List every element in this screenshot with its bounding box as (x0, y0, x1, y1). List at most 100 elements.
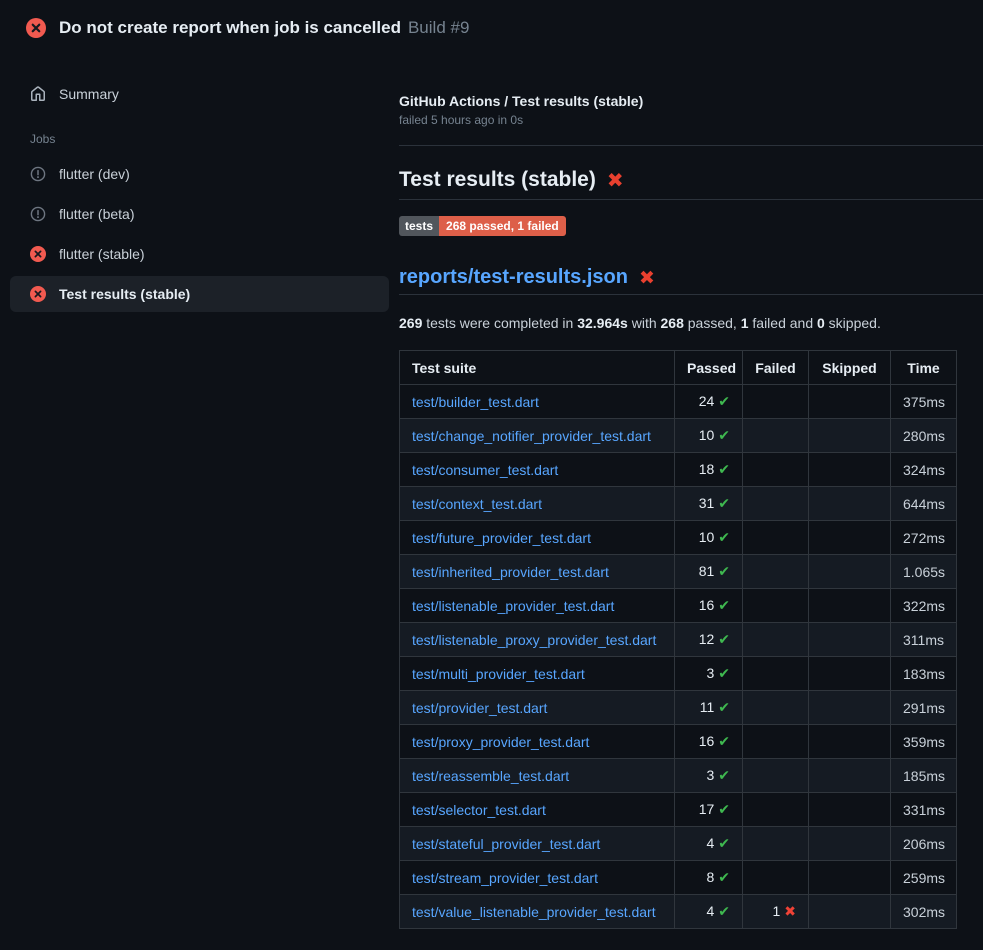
sidebar: Summary Jobs flutter (dev) flutter (beta)… (0, 56, 399, 312)
failed-cell (743, 521, 809, 555)
passed-cell: 24✔ (675, 385, 743, 419)
sidebar-item-test-results-stable[interactable]: Test results (stable) (10, 276, 389, 312)
sidebar-item-flutter-stable[interactable]: flutter (stable) (10, 236, 389, 272)
suite-cell: test/provider_test.dart (400, 691, 675, 725)
passed-cell: 10✔ (675, 419, 743, 453)
suite-link[interactable]: test/consumer_test.dart (412, 462, 558, 478)
suite-cell: test/context_test.dart (400, 487, 675, 521)
sidebar-item-summary[interactable]: Summary (10, 78, 389, 110)
check-icon: ✔ (718, 700, 730, 716)
failed-cell (743, 453, 809, 487)
table-row: test/change_notifier_provider_test.dart 1… (400, 419, 957, 453)
job-list: flutter (dev) flutter (beta) flutter (stab… (0, 156, 399, 312)
summary-segment: tests were completed in (422, 315, 577, 331)
badge-value: 268 passed, 1 failed (439, 216, 566, 236)
divider (399, 145, 983, 146)
suite-link[interactable]: test/stateful_provider_test.dart (412, 836, 600, 852)
sidebar-item-flutter-beta[interactable]: flutter (beta) (10, 196, 389, 232)
sidebar-item-label: flutter (beta) (59, 206, 134, 222)
suite-cell: test/inherited_provider_test.dart (400, 555, 675, 589)
table-row: test/builder_test.dart24✔375ms (400, 385, 957, 419)
table-row: test/future_provider_test.dart10✔272ms (400, 521, 957, 555)
passed-cell: 18✔ (675, 453, 743, 487)
passed-cell: 4✔ (675, 827, 743, 861)
passed-cell: 3✔ (675, 759, 743, 793)
table-row: test/listenable_proxy_provider_test.dart… (400, 623, 957, 657)
passed-cell: 81✔ (675, 555, 743, 589)
suite-link[interactable]: test/value_listenable_provider_test.dart (412, 904, 656, 920)
failed-cell (743, 589, 809, 623)
table-row: test/proxy_provider_test.dart16✔359ms (400, 725, 957, 759)
suite-link[interactable]: test/stream_provider_test.dart (412, 870, 598, 886)
skipped-cell (809, 793, 891, 827)
failed-circle-icon (26, 18, 46, 38)
check-icon: ✔ (718, 870, 730, 886)
check-icon: ✔ (718, 836, 730, 852)
suite-cell: test/stream_provider_test.dart (400, 861, 675, 895)
check-icon: ✔ (718, 462, 730, 478)
suite-link[interactable]: test/inherited_provider_test.dart (412, 564, 609, 580)
suite-link[interactable]: test/change_notifier_provider_test.dart (412, 428, 651, 444)
main-content: GitHub Actions / Test results (stable) f… (399, 56, 983, 929)
table-row: test/listenable_provider_test.dart16✔322… (400, 589, 957, 623)
table-row: test/value_listenable_provider_test.dart… (400, 895, 957, 929)
suite-link[interactable]: test/listenable_proxy_provider_test.dart (412, 632, 656, 648)
skipped-cell (809, 691, 891, 725)
suite-link[interactable]: test/selector_test.dart (412, 802, 546, 818)
failed-cell (743, 487, 809, 521)
suite-cell: test/consumer_test.dart (400, 453, 675, 487)
sidebar-item-flutter-dev[interactable]: flutter (dev) (10, 156, 389, 192)
suite-cell: test/listenable_proxy_provider_test.dart (400, 623, 675, 657)
failed-x-icon: ✖ (639, 267, 655, 289)
suite-cell: test/reassemble_test.dart (400, 759, 675, 793)
time-cell: 206ms (891, 827, 957, 861)
skipped-cell (809, 623, 891, 657)
section-heading: Test results (stable) ✖ (399, 168, 983, 200)
suite-link[interactable]: test/multi_provider_test.dart (412, 666, 585, 682)
failed-cell: 1✖ (743, 895, 809, 929)
time-cell: 291ms (891, 691, 957, 725)
failed-cell (743, 827, 809, 861)
time-cell: 322ms (891, 589, 957, 623)
sidebar-item-label: flutter (stable) (59, 246, 145, 262)
page-title: Do not create report when job is cancell… (59, 18, 401, 38)
tests-summary-line: 269 tests were completed in 32.964s with… (399, 315, 983, 331)
passed-cell: 4✔ (675, 895, 743, 929)
time-cell: 324ms (891, 453, 957, 487)
failed-cell (743, 555, 809, 589)
summary-segment: skipped. (825, 315, 881, 331)
passed-cell: 8✔ (675, 861, 743, 895)
failed-x-icon: ✖ (607, 168, 624, 192)
x-icon: ✖ (784, 904, 796, 920)
skipped-cell (809, 589, 891, 623)
table-row: test/stream_provider_test.dart 8✔ 259ms (400, 861, 957, 895)
check-icon: ✔ (718, 632, 730, 648)
table-row: test/selector_test.dart17✔331ms (400, 793, 957, 827)
check-icon: ✔ (718, 802, 730, 818)
failed-cell (743, 725, 809, 759)
test-results-table: Test suite Passed Failed Skipped Time te… (399, 350, 957, 929)
report-heading: reports/test-results.json ✖ (399, 266, 983, 295)
suite-link[interactable]: test/builder_test.dart (412, 394, 539, 410)
passed-cell: 31✔ (675, 487, 743, 521)
report-file-link[interactable]: reports/test-results.json (399, 266, 628, 289)
col-header-failed: Failed (743, 351, 809, 385)
time-cell: 302ms (891, 895, 957, 929)
jobs-heading: Jobs (0, 132, 399, 146)
summary-segment: 269 (399, 315, 422, 331)
tests-badge[interactable]: tests 268 passed, 1 failed (399, 216, 566, 236)
suite-link[interactable]: test/future_provider_test.dart (412, 530, 591, 546)
suite-link[interactable]: test/reassemble_test.dart (412, 768, 569, 784)
suite-link[interactable]: test/provider_test.dart (412, 700, 547, 716)
failed-cell (743, 657, 809, 691)
suite-link[interactable]: test/listenable_provider_test.dart (412, 598, 614, 614)
failed-cell (743, 793, 809, 827)
suite-link[interactable]: test/context_test.dart (412, 496, 542, 512)
time-cell: 331ms (891, 793, 957, 827)
skipped-cell (809, 453, 891, 487)
time-cell: 259ms (891, 861, 957, 895)
suite-link[interactable]: test/proxy_provider_test.dart (412, 734, 589, 750)
table-row: test/inherited_provider_test.dart81✔1.06… (400, 555, 957, 589)
time-cell: 359ms (891, 725, 957, 759)
time-cell: 272ms (891, 521, 957, 555)
